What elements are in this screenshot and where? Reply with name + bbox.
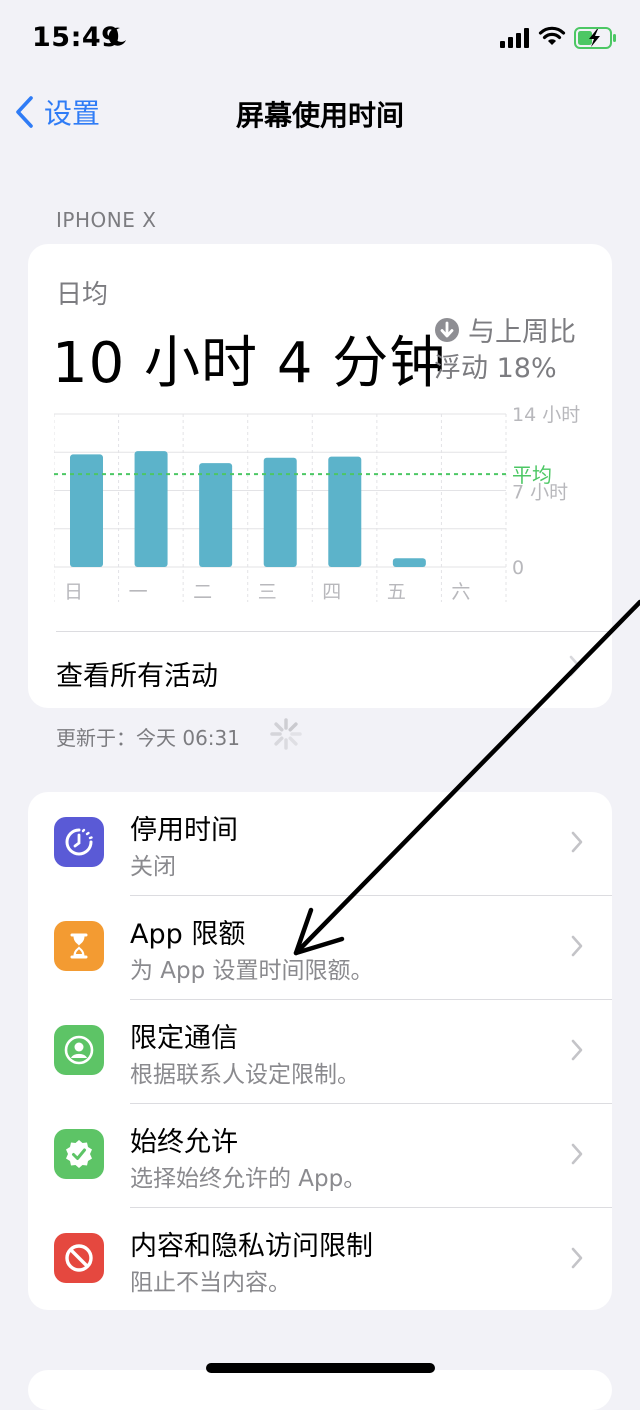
row-subtitle: 阻止不当内容。 [130,1270,291,1296]
y-tick-label: 14 小时 [512,404,580,426]
row-title: 始终允许 [130,1127,238,1158]
chart-bar [70,454,103,567]
page-title: 屏幕使用时间 [235,99,404,132]
row-subtitle: 为 App 设置时间限额。 [130,958,374,984]
spinner-spoke [274,722,284,732]
chevron-right-icon [569,655,581,677]
daily-average-label: 日均 [56,280,109,310]
content-privacy-row[interactable]: 内容和隐私访问限制 阻止不当内容。 [28,1208,612,1312]
chart-bar [199,463,233,567]
row-subtitle: 选择始终允许的 App。 [130,1166,367,1192]
y-tick-label: 7 小时 [512,482,568,504]
always-allowed-row[interactable]: 始终允许 选择始终允许的 App。 [28,1104,612,1208]
row-title: 内容和隐私访问限制 [130,1231,373,1262]
chevron-right-icon [571,831,583,853]
chart-bar [392,558,426,567]
week-comparison: 与上周比 [434,310,576,349]
contact-icon [54,1025,104,1075]
row-title: 限定通信 [130,1023,238,1054]
next-section-card [28,1370,612,1410]
home-indicator[interactable] [206,1363,435,1373]
checkmark-badge-icon [54,1129,104,1179]
wifi-icon [538,26,566,45]
y-tick-label: 0 [512,557,524,579]
x-tick-label: 三 [258,581,277,603]
divider [56,631,612,632]
x-tick-label: 日 [64,581,83,603]
section-label: IPHONE X [56,208,157,232]
compare-value: 浮动 18% [434,353,557,384]
chevron-right-icon [571,935,583,957]
row-subtitle: 根据联系人设定限制。 [130,1062,360,1088]
settings-list: 停用时间 关闭 App 限额 为 App 设置时间限额。 限定通信 根据联系人设… [28,792,612,1310]
chevron-right-icon [571,1247,583,1269]
x-tick-label: 五 [387,581,406,603]
x-tick-label: 四 [322,581,341,603]
loading-spinner-icon [270,718,302,750]
restriction-icon [54,1233,104,1283]
chart-bar [134,451,168,567]
arrow-down-circle-icon [435,317,459,342]
spinner-spoke [274,736,284,746]
battery-charging-icon [574,27,616,49]
updated-timestamp: 更新于：今天 06:31 [56,726,240,750]
spinner-spoke [288,722,298,732]
see-all-activity-link[interactable]: 查看所有活动 [56,654,218,693]
downtime-row[interactable]: 停用时间 关闭 [28,792,612,896]
downtime-icon [54,817,104,867]
row-title: 停用时间 [130,815,238,846]
moon-icon [108,27,126,46]
hourglass-icon [54,921,104,971]
row-title: App 限额 [130,919,246,950]
spinner-spoke [288,736,298,746]
app-limits-row[interactable]: App 限额 为 App 设置时间限额。 [28,896,612,1000]
cellular-signal-icon [500,28,529,48]
chevron-right-icon [571,1143,583,1165]
daily-average-value: 10 小时 4 分钟 [52,331,447,396]
chevron-right-icon [571,1039,583,1061]
x-tick-label: 二 [193,581,212,603]
x-tick-label: 六 [451,581,470,603]
x-tick-label: 一 [129,581,148,603]
weekly-usage-chart[interactable]: 平均14 小时7 小时0日一二三四五六 [54,400,594,610]
row-subtitle: 关闭 [130,854,176,880]
compare-label: 与上周比 [468,317,576,348]
communication-limits-row[interactable]: 限定通信 根据联系人设定限制。 [28,1000,612,1104]
